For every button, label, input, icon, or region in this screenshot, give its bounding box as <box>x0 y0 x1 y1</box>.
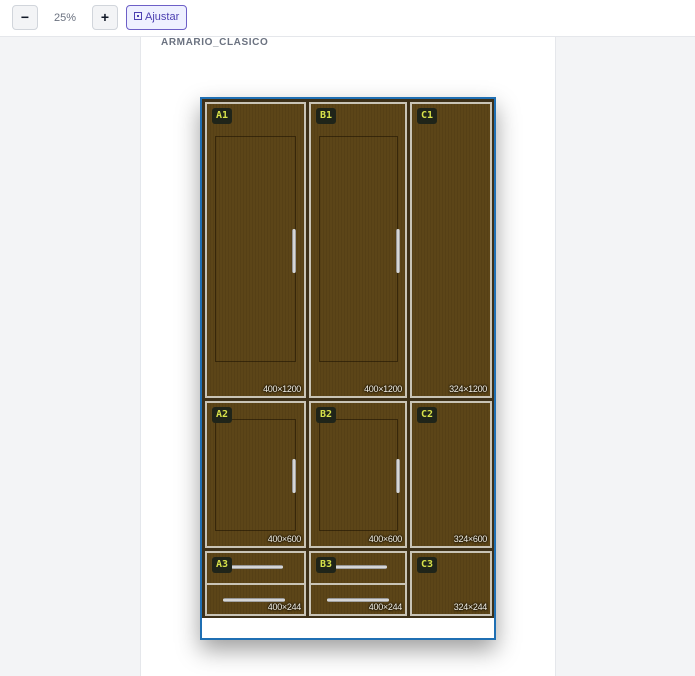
panel-dims-a1: 400×1200 <box>263 384 301 394</box>
panel-tag-a1: A1 <box>212 108 233 124</box>
panel-c1[interactable]: C1 324×1200 <box>410 102 492 398</box>
panel-b1[interactable]: B1 400×1200 <box>309 102 407 398</box>
fit-button[interactable]: Ajustar <box>126 5 188 30</box>
drawer-divider-b3 <box>311 583 405 585</box>
panel-tag-c2: C2 <box>417 407 438 423</box>
panel-a3[interactable]: A3 400×244 <box>205 551 306 616</box>
toolbar: − 25% + Ajustar <box>0 0 695 37</box>
door-inset-b2 <box>319 419 398 531</box>
door-handle-a2 <box>292 459 296 493</box>
panel-c3[interactable]: C3 324×244 <box>410 551 492 616</box>
panel-tag-b3: B3 <box>316 557 337 573</box>
panel-dims-c3: 324×244 <box>453 602 488 612</box>
door-inset-b1 <box>319 136 398 362</box>
door-handle-b1 <box>396 229 400 273</box>
panel-tag-c3: C3 <box>417 557 438 573</box>
drawer-handle-a3-top <box>231 565 283 569</box>
panel-dims-b3: 400×244 <box>368 602 403 612</box>
drawer-divider-a3 <box>207 583 304 585</box>
door-handle-b2 <box>396 459 400 493</box>
panel-tag-b1: B1 <box>316 108 337 124</box>
zoom-level: 25% <box>53 12 77 24</box>
panel-dims-a2: 400×600 <box>267 534 302 544</box>
panel-tag-a2: A2 <box>212 407 233 423</box>
drawer-handle-b3-top <box>335 565 387 569</box>
panel-tag-c1: C1 <box>417 108 438 124</box>
panel-tag-a3: A3 <box>212 557 233 573</box>
panel-b2[interactable]: B2 400×600 <box>309 401 407 548</box>
panel-dims-b2: 400×600 <box>368 534 403 544</box>
panel-tag-b2: B2 <box>316 407 337 423</box>
panel-a1[interactable]: A1 400×1200 <box>205 102 306 398</box>
fit-button-label: Ajustar <box>145 11 180 23</box>
panel-dims-c1: 324×1200 <box>449 384 487 394</box>
door-inset-a2 <box>215 419 296 531</box>
panel-dims-b1: 400×1200 <box>364 384 402 394</box>
panel-a2[interactable]: A2 400×600 <box>205 401 306 548</box>
zoom-out-button[interactable]: − <box>12 5 38 30</box>
drawing-sheet: ARMARIO_CLASICO A1 400×1200 B1 400×1200 … <box>140 37 556 676</box>
panel-dims-a3: 400×244 <box>267 602 302 612</box>
sheet-title: ARMARIO_CLASICO <box>161 37 269 48</box>
cabinet-drawing[interactable]: A1 400×1200 B1 400×1200 C1 324×1200 A2 4… <box>200 97 496 640</box>
panel-c2[interactable]: C2 324×600 <box>410 401 492 548</box>
panel-dims-c2: 324×600 <box>453 534 488 544</box>
panel-b3[interactable]: B3 400×244 <box>309 551 407 616</box>
door-handle-a1 <box>292 229 296 273</box>
fit-icon <box>134 12 142 20</box>
door-inset-a1 <box>215 136 296 362</box>
zoom-in-button[interactable]: + <box>92 5 118 30</box>
